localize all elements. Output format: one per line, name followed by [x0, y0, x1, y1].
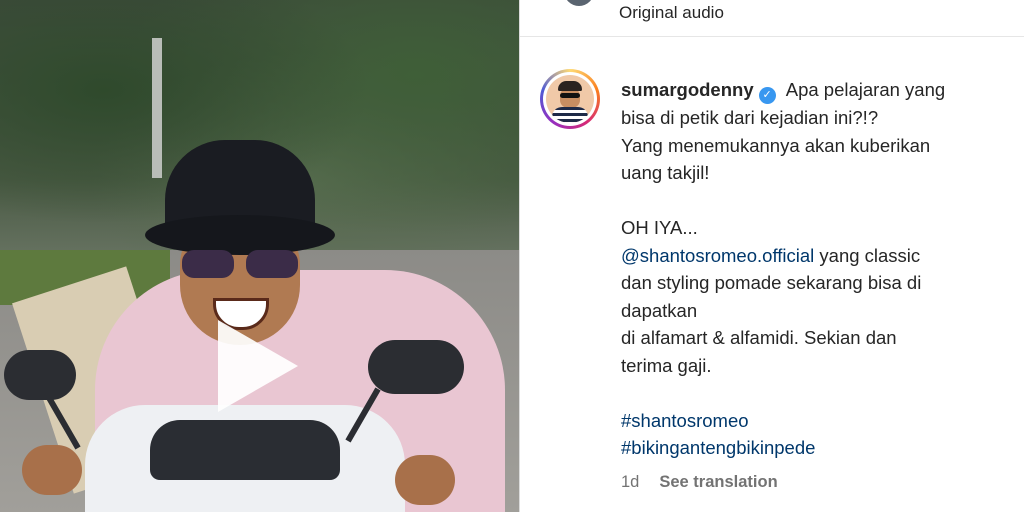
caption-intro: Apa pelajaran yang	[781, 79, 946, 100]
username-link[interactable]: sumargodenny	[621, 79, 754, 100]
caption-line: dapatkan	[621, 299, 698, 321]
divider	[520, 36, 1024, 37]
video-player[interactable]	[0, 0, 519, 512]
caption-line	[621, 187, 1011, 215]
mirror-left	[4, 350, 76, 400]
sunglasses	[182, 250, 298, 280]
audio-row[interactable]: Original audio	[520, 0, 1024, 32]
post-details-panel: Original audio sumargodenny ✓ Apa pelajar…	[519, 0, 1024, 512]
play-icon[interactable]	[218, 320, 298, 412]
avatar-sunglasses	[560, 93, 580, 98]
avatar-face	[560, 88, 580, 108]
avatar[interactable]	[540, 69, 600, 129]
caption-line	[621, 379, 1011, 407]
caption: sumargodenny ✓ Apa pelajaran yang bisa di…	[621, 76, 1011, 462]
post-timestamp[interactable]: 1d	[621, 473, 639, 491]
mention-link[interactable]: @shantosromeo.official	[621, 245, 814, 266]
caption-line: bisa di petik dari kejadian ini?!?	[621, 107, 879, 128]
avatar-image	[546, 75, 594, 123]
hashtag-link[interactable]: #bikingantengbikinpede	[621, 434, 1011, 462]
mirror-right	[368, 340, 464, 394]
see-translation-button[interactable]: See translation	[659, 473, 777, 491]
mention-suffix: yang classic	[814, 244, 921, 266]
caption-line: terima gaji.	[621, 354, 712, 376]
scooter-dashboard	[150, 420, 340, 480]
verified-badge-icon: ✓	[758, 87, 776, 104]
hand-right	[395, 455, 455, 505]
bucket-hat-brim	[145, 215, 335, 255]
caption-line: Yang menemukannya akan kuberikan	[621, 134, 931, 156]
caption-first-line: sumargodenny ✓ Apa pelajaran yang	[621, 76, 1011, 104]
street-lamp	[152, 38, 162, 178]
post-footer: 1d See translation	[621, 473, 778, 492]
caption-line: dan styling pomade sekarang bisa di	[621, 272, 922, 293]
avatar-hair	[558, 81, 582, 91]
audio-avatar[interactable]	[564, 0, 594, 6]
caption-mention-line: @shantosromeo.official yang classic	[621, 242, 1011, 270]
avatar-border	[543, 72, 597, 126]
avatar-shirt	[552, 107, 588, 123]
audio-label[interactable]: Original audio	[619, 3, 724, 23]
caption-line: di alfamart & alfamidi. Sekian dan	[621, 327, 897, 348]
hand-left	[22, 445, 82, 495]
hashtag-link[interactable]: #shantosromeo	[621, 407, 1011, 435]
caption-line: uang takjil!	[621, 162, 710, 183]
caption-line: OH IYA...	[621, 217, 698, 238]
